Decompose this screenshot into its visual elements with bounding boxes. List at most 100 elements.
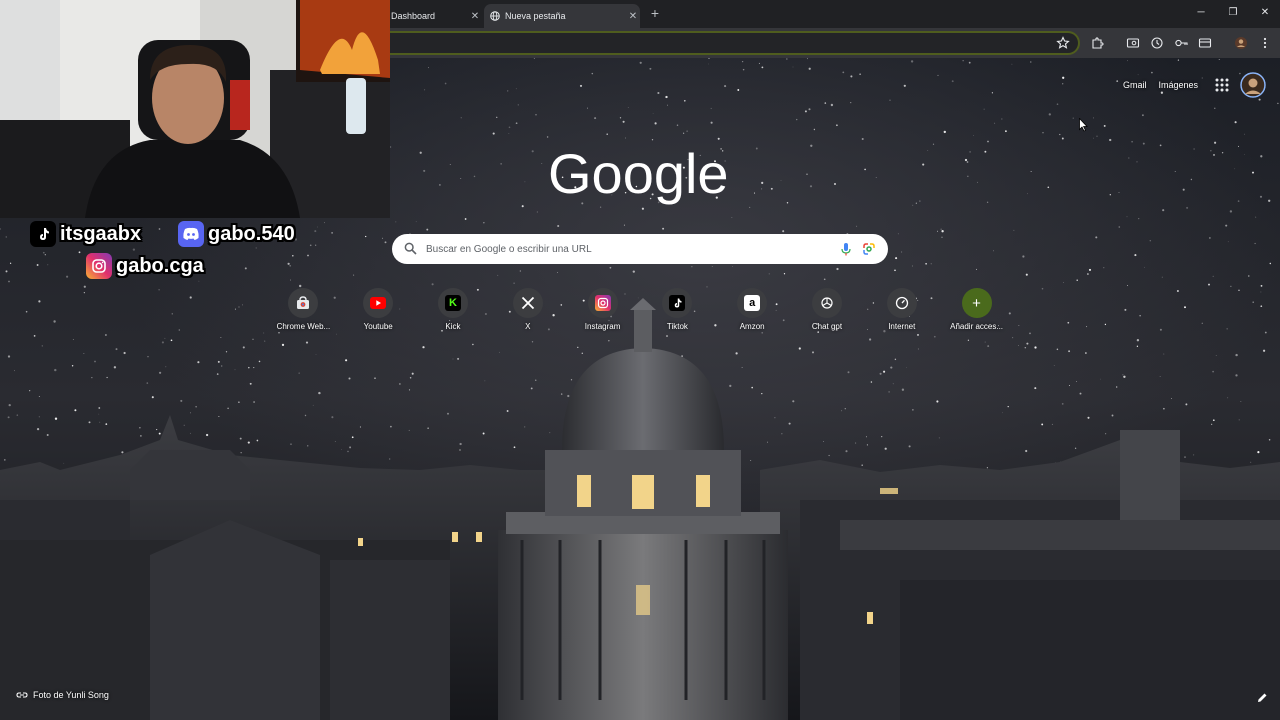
star-dot	[742, 68, 745, 71]
star-dot	[1186, 206, 1189, 209]
star-dot	[1018, 325, 1020, 326]
star-dot	[1215, 355, 1217, 356]
shortcut-chatgpt[interactable]: Chat gpt	[790, 288, 865, 344]
star-dot	[941, 236, 943, 238]
star-dot	[788, 422, 791, 425]
star-dot	[139, 427, 141, 429]
restore-button[interactable]: ❐	[1226, 6, 1240, 20]
shortcut-amazon[interactable]: a Amzon	[715, 288, 790, 344]
bookmark-star-icon[interactable]	[1056, 36, 1070, 50]
star-dot	[1184, 456, 1186, 458]
star-dot	[1159, 328, 1162, 331]
star-dot	[409, 376, 412, 379]
close-tab-icon[interactable]: ✕	[626, 11, 640, 22]
star-dot	[1061, 403, 1064, 405]
search-icon	[404, 242, 417, 255]
star-dot	[253, 367, 255, 369]
shortcut-youtube[interactable]: Youtube	[341, 288, 416, 344]
new-tab-button[interactable]: +	[646, 5, 664, 23]
star-dot	[1184, 306, 1186, 309]
star-dot	[1118, 226, 1121, 228]
star-dot	[1212, 275, 1214, 277]
star-dot	[1068, 385, 1070, 387]
star-dot	[104, 334, 107, 336]
close-window-button[interactable]: ✕	[1258, 6, 1272, 20]
webcam-overlay	[0, 0, 390, 218]
history-icon[interactable]	[1150, 36, 1164, 50]
star-dot	[1062, 83, 1064, 85]
tab-dashboard[interactable]: Dashboard ✕	[390, 4, 482, 28]
address-bar[interactable]	[390, 31, 1080, 55]
star-dot	[667, 104, 668, 106]
star-dot	[836, 267, 839, 271]
account-avatar[interactable]	[1240, 72, 1266, 98]
shortcut-x[interactable]: X	[490, 288, 565, 344]
shortcut-tiktok[interactable]: Tiktok	[640, 288, 715, 344]
address-input[interactable]	[398, 36, 1038, 50]
shortcut-instagram[interactable]: Instagram	[565, 288, 640, 344]
star-dot	[906, 367, 907, 368]
payments-card-icon[interactable]	[1198, 36, 1212, 50]
star-dot	[879, 372, 882, 375]
minimize-button[interactable]: ─	[1194, 6, 1208, 20]
shortcut-internet[interactable]: Internet	[864, 288, 939, 344]
google-logo: Google	[548, 142, 729, 205]
star-dot	[71, 365, 74, 367]
extensions-icon[interactable]	[1090, 36, 1104, 50]
star-dot	[1086, 326, 1088, 328]
passwords-key-icon[interactable]	[1174, 36, 1188, 50]
star-dot	[423, 169, 426, 172]
shortcut-kick[interactable]: K Kick	[416, 288, 491, 344]
webcam-video	[0, 0, 390, 218]
search-input[interactable]	[426, 241, 826, 257]
voice-search-mic-icon[interactable]	[840, 242, 852, 256]
profile-icon[interactable]	[1234, 36, 1248, 50]
star-dot	[591, 72, 594, 75]
star-dot	[263, 332, 265, 334]
star-dot	[1041, 287, 1044, 290]
star-dot	[498, 351, 500, 353]
star-dot	[798, 347, 801, 350]
menu-icon[interactable]	[1258, 36, 1272, 50]
images-link[interactable]: Imágenes	[1158, 80, 1198, 90]
star-dot	[866, 444, 868, 446]
star-dot	[482, 432, 485, 435]
google-apps-icon[interactable]	[1214, 77, 1230, 93]
shortcut-chrome-web-store[interactable]: Chrome Web...	[266, 288, 341, 344]
photo-credit[interactable]: Foto de Yunli Song	[16, 689, 109, 701]
star-dot	[1111, 414, 1114, 417]
star-dot	[459, 442, 462, 446]
star-dot	[1042, 132, 1044, 134]
star-dot	[1013, 229, 1015, 231]
star-dot	[1079, 392, 1082, 395]
shortcut-tile	[512, 288, 543, 318]
gmail-link[interactable]: Gmail	[1123, 80, 1147, 90]
star-dot	[464, 218, 467, 220]
google-lens-icon[interactable]	[862, 242, 876, 256]
star-dot	[242, 346, 245, 349]
star-dot	[1103, 267, 1105, 269]
star-dot	[1208, 283, 1210, 286]
star-dot	[1225, 224, 1228, 227]
customize-pencil-icon[interactable]	[1256, 692, 1268, 704]
star-dot	[991, 92, 993, 94]
star-dot	[1002, 412, 1003, 414]
star-dot	[390, 146, 392, 148]
star-dot	[781, 433, 783, 435]
star-dot	[741, 60, 744, 63]
star-dot	[1011, 63, 1013, 65]
star-dot	[256, 439, 259, 442]
tab-search-icon[interactable]	[1126, 36, 1140, 50]
search-box[interactable]	[392, 234, 888, 264]
star-dot	[1056, 348, 1059, 351]
star-dot	[1260, 155, 1263, 158]
tab-new-tab[interactable]: Nueva pestaña ✕	[484, 4, 640, 28]
star-dot	[741, 367, 743, 368]
star-dot	[619, 117, 622, 119]
star-dot	[205, 433, 209, 437]
star-dot	[113, 366, 117, 369]
close-tab-icon[interactable]: ✕	[468, 11, 482, 22]
star-dot	[234, 369, 236, 371]
star-dot	[925, 263, 927, 265]
shortcut-add[interactable]: + Añadir acces...	[939, 288, 1014, 344]
